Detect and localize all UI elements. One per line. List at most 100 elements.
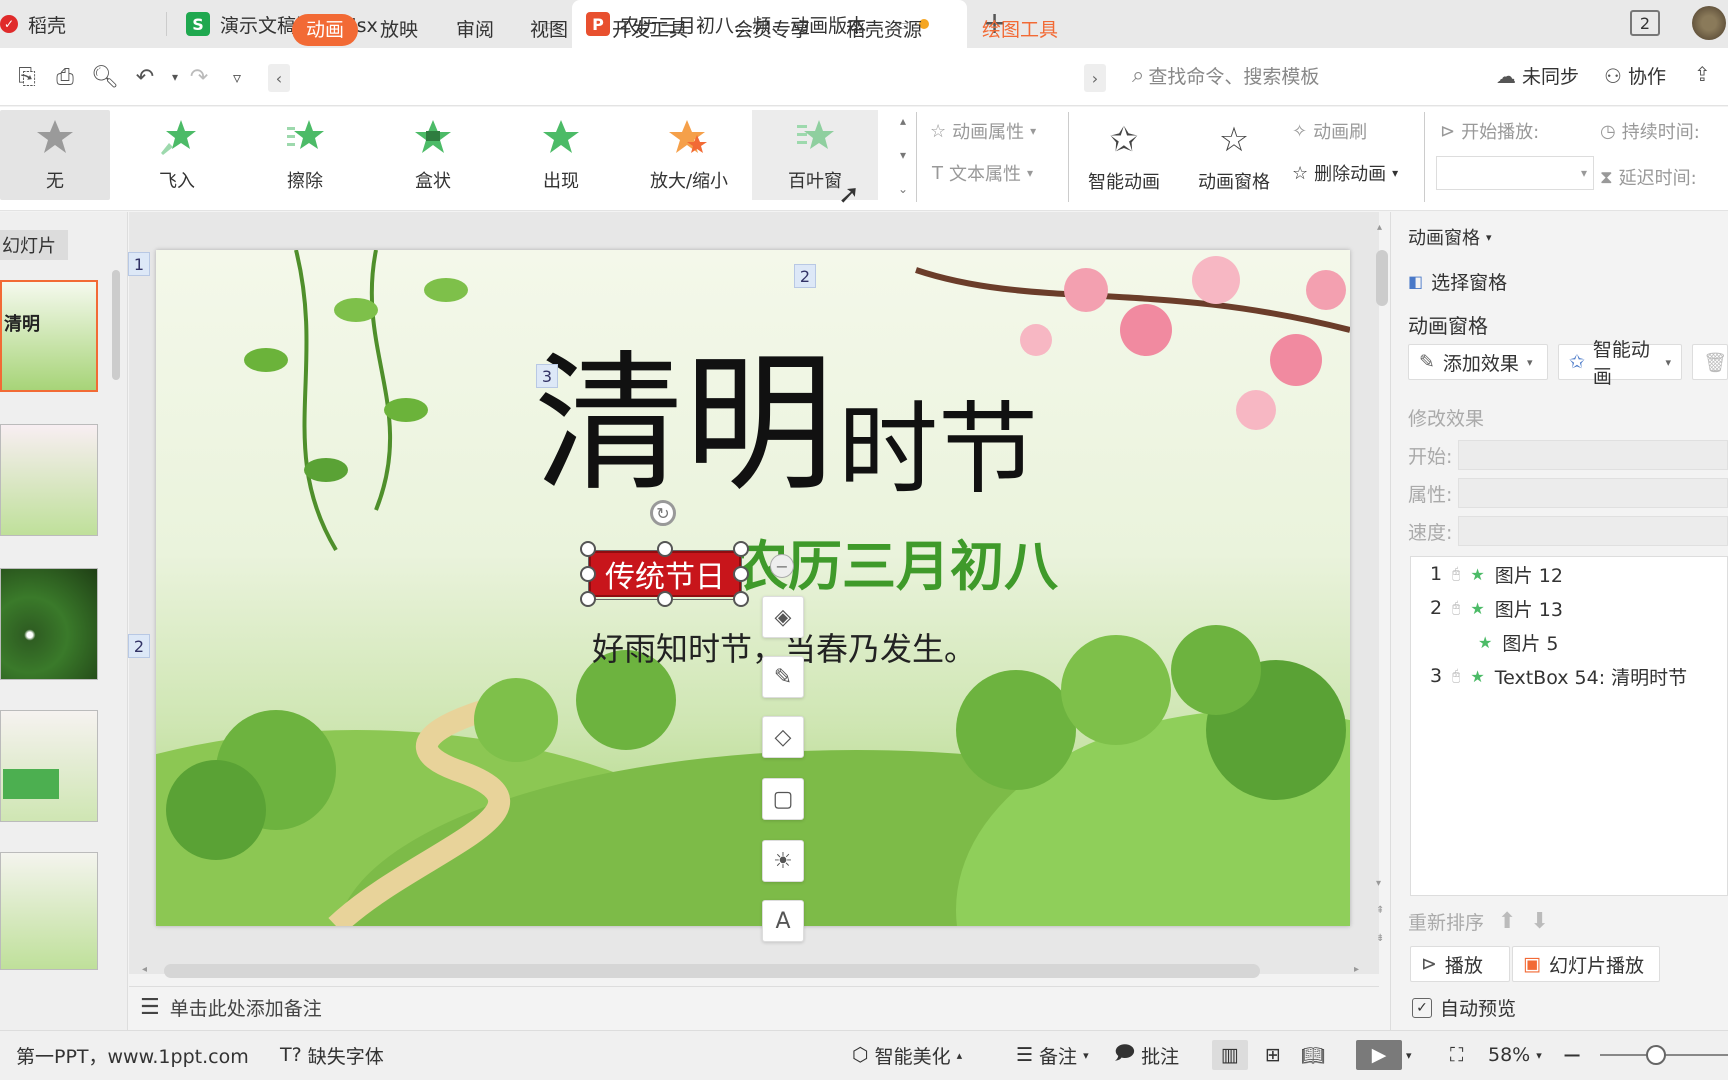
resize-handle[interactable]	[580, 566, 596, 582]
vscroll-up-icon[interactable]: ▴	[1377, 222, 1387, 234]
menu-review[interactable]: 审阅	[456, 14, 494, 46]
notes-toggle-button[interactable]: ☰ 备注 ▾	[1016, 1040, 1089, 1070]
sync-status[interactable]: ☁ 未同步	[1496, 62, 1579, 89]
slide-thumb-3[interactable]	[0, 568, 98, 680]
play-dropdown-icon[interactable]: ▾	[1406, 1040, 1412, 1070]
normal-view-icon[interactable]: ▥	[1212, 1040, 1248, 1070]
resize-handle[interactable]	[580, 541, 596, 557]
anim-zoom-button[interactable]: 放大/缩小	[632, 110, 746, 200]
redo-icon[interactable]: ↷	[184, 62, 214, 92]
text-wrap-icon[interactable]: A	[762, 900, 804, 942]
print-icon[interactable]: ⎙	[50, 62, 80, 92]
move-down-icon[interactable]: ⬇	[1530, 909, 1548, 934]
list-item[interactable]: ★ 图片 5	[1430, 626, 1558, 658]
minus-circle-icon[interactable]: −	[770, 554, 794, 578]
frame-icon[interactable]: ▢	[762, 778, 804, 820]
menu-scroll-right-icon[interactable]: ›	[1084, 64, 1106, 92]
menu-drawing-tools[interactable]: 绘图工具	[982, 14, 1058, 46]
move-up-icon[interactable]: ⬆	[1498, 909, 1516, 934]
smart-beautify-button[interactable]: ⬡ 智能美化 ▴	[852, 1040, 962, 1070]
slide-thumb-5[interactable]	[0, 852, 98, 970]
anim-marker[interactable]: 2	[794, 264, 816, 288]
comment-button[interactable]: 🗩︎ 批注	[1114, 1040, 1179, 1070]
tab-spreadsheet[interactable]: S 演示文稿流程.xlsx ▭	[172, 0, 572, 48]
lightbulb-icon[interactable]: ☀	[762, 840, 804, 882]
menu-member[interactable]: 会员专享	[734, 14, 810, 46]
brush-icon[interactable]: ✎	[762, 656, 804, 698]
speed-field[interactable]	[1458, 516, 1728, 546]
zoom-out-icon[interactable]: −	[1562, 1040, 1582, 1070]
hscroll-left-icon[interactable]: ◂	[142, 964, 147, 975]
canvas-vscrollbar[interactable]	[1376, 250, 1388, 306]
canvas-hscrollbar[interactable]	[164, 964, 1260, 978]
resize-handle[interactable]	[733, 566, 749, 582]
reading-view-icon[interactable]: 📖︎	[1298, 1040, 1328, 1070]
menu-scroll-left-icon[interactable]: ‹	[268, 64, 290, 92]
menu-docer-resources[interactable]: 稻壳资源	[846, 14, 922, 46]
slide-thumb-2[interactable]	[0, 424, 98, 536]
gallery-more-icon[interactable]: ⌄	[898, 182, 908, 196]
anim-fly-in-button[interactable]: 飞入	[120, 110, 234, 200]
slide-thumb-1[interactable]: 清明	[0, 280, 98, 392]
anim-marker[interactable]: 1	[128, 252, 150, 276]
smart-anim-button[interactable]: ✩ 智能动画	[1076, 112, 1172, 202]
collab-button[interactable]: ⚇ 协作	[1604, 62, 1666, 89]
prev-slide-icon[interactable]: ⇞	[1376, 906, 1384, 916]
slide-title-small[interactable]: 时节	[838, 395, 1038, 505]
menu-view[interactable]: 视图	[530, 14, 568, 46]
gallery-scroller[interactable]: ▴ ▾ ⌄	[894, 114, 912, 196]
undo-icon[interactable]: ↶	[130, 62, 160, 92]
layers-icon[interactable]: ◈	[762, 596, 804, 638]
anim-none-button[interactable]: 无	[0, 110, 110, 200]
print-preview-icon[interactable]: 🔍︎	[90, 62, 120, 92]
tab-docer[interactable]: ✓ 稻壳	[0, 0, 166, 48]
gallery-up-icon[interactable]: ▴	[900, 114, 906, 128]
slideshow-play-button[interactable]: ▣ 幻灯片播放	[1512, 946, 1660, 982]
delete-effect-button[interactable]: 🗑︎	[1692, 344, 1728, 380]
missing-font-button[interactable]: T? 缺失字体	[280, 1040, 384, 1070]
anim-props-dropdown[interactable]: ☆ 动画属性 ▾	[930, 118, 1036, 144]
anim-marker[interactable]: 2	[128, 634, 150, 658]
list-item[interactable]: 2 🖰︎ ★ 图片 13	[1430, 592, 1563, 624]
anim-brush-button[interactable]: ✧ 动画刷	[1292, 118, 1367, 144]
menu-animation[interactable]: 动画	[292, 14, 359, 46]
zoom-dropdown[interactable]: 58% ▾	[1488, 1040, 1542, 1070]
list-item[interactable]: 3 🖰︎ ★ TextBox 54: 清明时节	[1430, 660, 1687, 692]
delete-anim-dropdown[interactable]: ☆ 删除动画 ▾	[1292, 160, 1398, 186]
select-pane-link[interactable]: ◧ 选择窗格	[1408, 268, 1507, 295]
start-play-select[interactable]: ▾	[1436, 156, 1594, 190]
anim-marker[interactable]: 3	[536, 364, 558, 388]
anim-pane-button[interactable]: ☆ 动画窗格	[1186, 112, 1282, 202]
slide-title-big[interactable]: 清明	[534, 350, 834, 500]
rotate-handle-icon[interactable]: ↻	[650, 500, 676, 526]
anim-wipe-button[interactable]: 擦除	[248, 110, 362, 200]
menu-developer[interactable]: 开发工具	[612, 14, 688, 46]
thumb-scrollbar[interactable]	[112, 270, 120, 380]
slide[interactable]: 清明 时节 农历三月初八 好雨知时节，当春乃发生。	[156, 250, 1350, 926]
play-slideshow-icon[interactable]: ▶	[1356, 1040, 1402, 1070]
play-button[interactable]: ⊳ 播放	[1410, 946, 1510, 982]
export-icon[interactable]: ⎘	[12, 62, 42, 92]
customize-dropdown-icon[interactable]: ▿	[222, 62, 252, 92]
add-effect-button[interactable]: ✎ 添加效果 ▾	[1408, 344, 1548, 380]
resize-handle[interactable]	[580, 591, 596, 607]
zoom-slider-thumb[interactable]	[1646, 1045, 1666, 1065]
window-count-badge[interactable]: 2	[1630, 10, 1660, 36]
resize-handle[interactable]	[733, 591, 749, 607]
anim-box-button[interactable]: 盒状	[376, 110, 490, 200]
hscroll-right-icon[interactable]: ▸	[1354, 964, 1359, 975]
fill-bucket-icon[interactable]: ◇	[762, 716, 804, 758]
share-icon[interactable]: ⇪	[1694, 62, 1711, 86]
gallery-down-icon[interactable]: ▾	[900, 148, 906, 162]
menu-slideshow[interactable]: 放映	[380, 14, 418, 46]
resize-handle[interactable]	[733, 541, 749, 557]
resize-handle[interactable]	[657, 541, 673, 557]
resize-handle[interactable]	[657, 591, 673, 607]
pane-switch-dropdown[interactable]: 动画窗格 ▾	[1408, 224, 1492, 250]
avatar[interactable]	[1692, 6, 1726, 40]
property-field[interactable]	[1458, 478, 1728, 508]
slides-tab[interactable]: 幻灯片	[0, 230, 68, 260]
list-item[interactable]: 1 🖰︎ ★ 图片 12	[1430, 558, 1563, 590]
text-props-dropdown[interactable]: T 文本属性 ▾	[932, 160, 1033, 186]
anim-appear-button[interactable]: 出现	[504, 110, 618, 200]
